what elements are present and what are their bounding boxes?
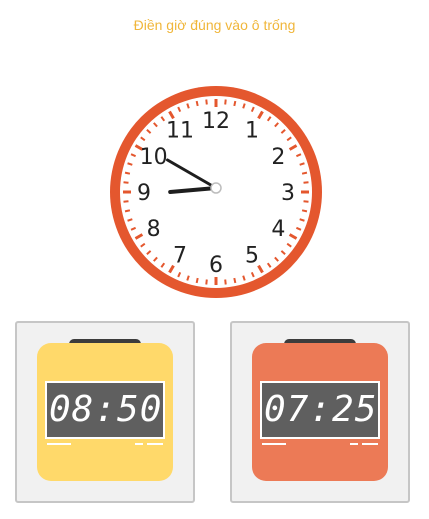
clock-number: 1 — [245, 119, 259, 144]
answer-option-1[interactable]: 08:50 — [15, 321, 195, 503]
clock-tick — [124, 209, 131, 213]
clock-number: 8 — [147, 217, 161, 242]
clock-tick — [224, 279, 227, 285]
clock-number: 5 — [245, 243, 259, 268]
analog-clock: 12 1 2 3 4 5 6 7 8 9 10 11 — [106, 82, 326, 302]
clock-number: 9 — [137, 181, 151, 206]
clock-tick — [303, 200, 309, 203]
clock-tick — [205, 99, 208, 105]
clock-tick — [233, 100, 237, 107]
clock-number: 2 — [271, 145, 285, 170]
clock-tick — [303, 181, 309, 184]
clock-number: 11 — [166, 119, 194, 144]
clock-number: 10 — [140, 145, 168, 170]
clock-number: 12 — [202, 109, 230, 134]
digital-time: 07:25 — [264, 389, 378, 430]
clock-number: 4 — [271, 217, 285, 242]
clock-tick — [124, 171, 131, 175]
clock-tick — [301, 171, 308, 175]
digital-time: 08:50 — [49, 389, 163, 430]
clock-tick — [224, 99, 227, 105]
clock-tick — [233, 277, 237, 284]
clock-number: 3 — [281, 181, 295, 206]
clock-tick — [195, 277, 199, 284]
clock-tick — [301, 209, 308, 213]
clock-tick — [205, 279, 208, 285]
answer-option-2[interactable]: 07:25 — [230, 321, 410, 503]
clock-number: 6 — [209, 253, 223, 278]
clock-number: 7 — [173, 243, 187, 268]
instruction-title: Điền giờ đúng vào ô trống — [133, 17, 296, 33]
clock-tick — [123, 200, 129, 203]
clock-tick — [123, 181, 129, 184]
clock-center-pin — [210, 182, 222, 194]
clock-tick — [195, 100, 199, 107]
